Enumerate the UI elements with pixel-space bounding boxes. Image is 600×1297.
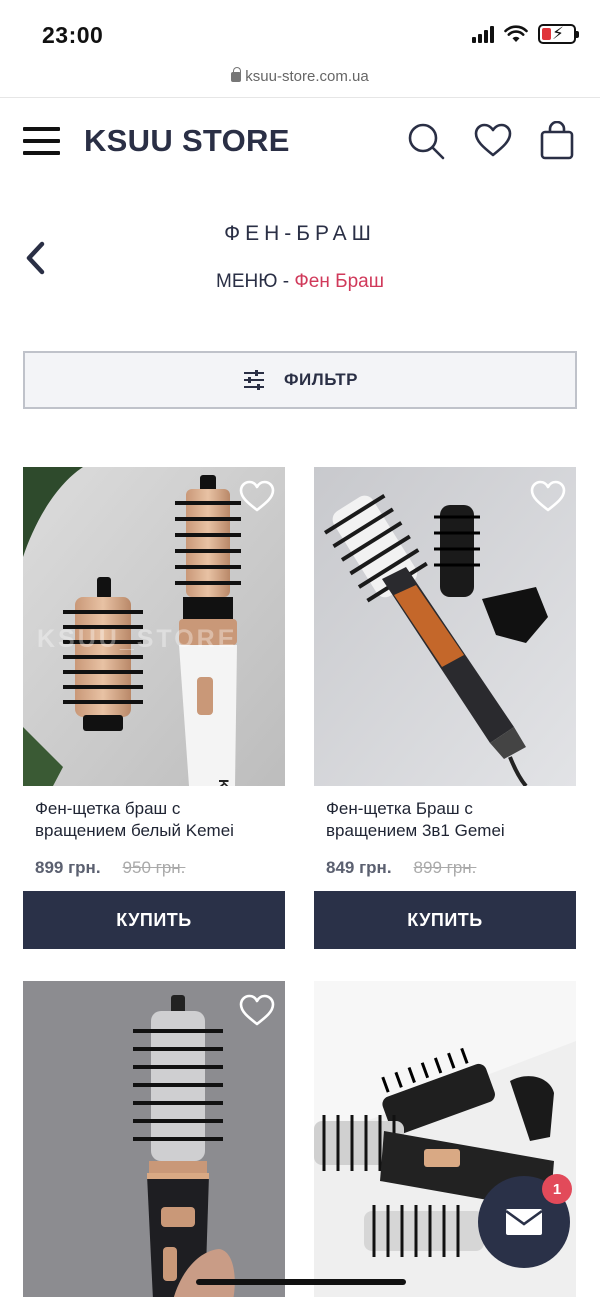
product-price: 899 грн. [35, 858, 101, 877]
price-row: 899 грн. 950 грн. [23, 848, 285, 888]
site-header: KSUU STORE [0, 99, 600, 189]
product-image[interactable] [23, 981, 285, 1297]
filter-button[interactable]: ФИЛЬТР [23, 351, 577, 409]
search-icon[interactable] [406, 121, 446, 161]
svg-text:Kem: Kem [216, 779, 232, 786]
status-bar: 23:00 ⚡ [0, 0, 600, 70]
breadcrumb-separator: - [282, 271, 290, 292]
product-title[interactable]: Фен-щетка браш с вращением белый Kemei [23, 786, 285, 848]
buy-button[interactable]: КУПИТЬ [314, 891, 576, 949]
product-card[interactable]: Kem KSUU_STORE Фен-щетка браш с вращение… [23, 467, 285, 949]
favorite-heart-icon[interactable] [239, 993, 275, 1027]
shopping-bag-icon[interactable] [537, 121, 577, 161]
product-title[interactable]: Фен-щетка Браш с вращением 3в1 Gemei [314, 786, 576, 848]
cellular-signal-icon [472, 25, 494, 43]
battery-icon: ⚡ [538, 24, 579, 44]
favorite-heart-icon[interactable] [530, 479, 566, 513]
sliders-icon [244, 370, 265, 390]
address-bar[interactable]: ksuu-store.com.ua [0, 67, 600, 98]
price-row: 849 грн. 899 грн. [314, 848, 576, 888]
product-card[interactable]: Фен-щетка Браш с вращением 3в1 Gemei 849… [314, 467, 576, 949]
heart-icon[interactable] [473, 121, 513, 161]
product-old-price: 950 грн. [122, 858, 186, 877]
product-image[interactable]: Kem KSUU_STORE [23, 467, 285, 786]
chat-badge: 1 [542, 1174, 572, 1204]
site-logo[interactable]: KSUU STORE [84, 123, 290, 159]
breadcrumb-current: Фен Браш [294, 271, 384, 292]
menu-icon[interactable] [23, 127, 60, 155]
breadcrumb-root[interactable]: МЕНЮ [216, 271, 277, 292]
lock-icon [231, 67, 242, 82]
image-watermark: KSUU_STORE [37, 625, 238, 653]
wifi-icon [504, 25, 528, 42]
status-time: 23:00 [42, 22, 104, 48]
filter-label: ФИЛЬТР [284, 370, 358, 389]
product-old-price: 899 грн. [413, 858, 477, 877]
product-image[interactable] [314, 467, 576, 786]
buy-button[interactable]: КУПИТЬ [23, 891, 285, 949]
url-text: ksuu-store.com.ua [245, 68, 369, 85]
envelope-icon [505, 1209, 543, 1235]
status-icons: ⚡ [472, 24, 579, 44]
product-card[interactable] [23, 981, 285, 1297]
product-price: 849 грн. [326, 858, 392, 877]
favorite-heart-icon[interactable] [239, 479, 275, 513]
page-title: ФЕН-БРАШ [224, 222, 376, 245]
home-indicator [196, 1279, 406, 1285]
breadcrumb: МЕНЮ - Фен Браш [0, 271, 600, 293]
